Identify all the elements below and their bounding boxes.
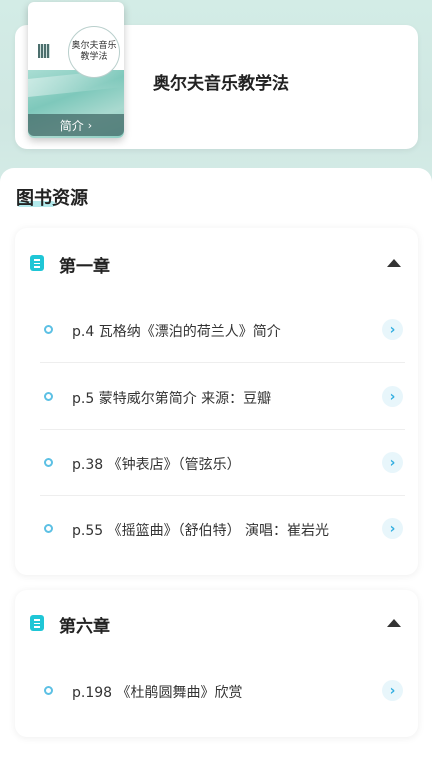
chevron-right-icon[interactable]: ›	[382, 452, 403, 473]
bullet-icon	[44, 686, 53, 695]
chapter-card: 第一章 p.4 瓦格纳《漂泊的荷兰人》简介 › p.5 蒙特威尔第简介 来源：豆…	[15, 228, 418, 575]
chevron-right-icon[interactable]: ›	[382, 319, 403, 340]
list-icon	[30, 615, 44, 631]
chevron-right-icon[interactable]: ›	[382, 518, 403, 539]
cover-title-line1: 奥尔夫音乐	[71, 41, 117, 51]
section-title: 图书资源	[16, 188, 88, 209]
qr-code-icon	[38, 44, 50, 58]
chapter-header[interactable]: 第一章	[15, 228, 418, 298]
list-item[interactable]: p.4 瓦格纳《漂泊的荷兰人》简介 ›	[15, 297, 418, 363]
item-label: p.55 《摇篮曲》（舒伯特） 演唱：崔岩光	[72, 523, 330, 539]
list-item[interactable]: p.198 《杜鹃圆舞曲》欣赏 ›	[15, 658, 418, 724]
book-title: 奥尔夫音乐教学法	[153, 74, 289, 94]
chevron-right-icon[interactable]: ›	[382, 386, 403, 407]
bullet-icon	[44, 325, 53, 334]
chapter-card: 第六章 p.198 《杜鹃圆舞曲》欣赏 ›	[15, 590, 418, 737]
item-label: p.198 《杜鹃圆舞曲》欣赏	[72, 685, 243, 701]
bullet-icon	[44, 392, 53, 401]
bullet-icon	[44, 458, 53, 467]
item-label: p.5 蒙特威尔第简介 来源：豆瓣	[72, 391, 272, 407]
intro-button[interactable]: 简介 ›	[28, 114, 124, 136]
chevron-right-icon: ›	[87, 118, 93, 132]
chapter-title: 第一章	[59, 257, 110, 277]
list-item[interactable]: p.38 《钟表店》（管弦乐） ›	[15, 430, 418, 496]
item-label: p.38 《钟表店》（管弦乐）	[72, 457, 241, 473]
chevron-up-icon[interactable]	[387, 619, 401, 627]
list-icon	[30, 255, 44, 271]
list-item[interactable]: p.5 蒙特威尔第简介 来源：豆瓣 ›	[15, 364, 418, 430]
cover-title-badge: 奥尔夫音乐 教学法	[68, 26, 120, 78]
intro-button-label: 简介	[59, 118, 84, 133]
divider	[40, 362, 405, 363]
bullet-icon	[44, 524, 53, 533]
chevron-right-icon[interactable]: ›	[382, 680, 403, 701]
chapter-title: 第六章	[59, 617, 110, 637]
item-label: p.4 瓦格纳《漂泊的荷兰人》简介	[72, 324, 281, 340]
list-item[interactable]: p.55 《摇篮曲》（舒伯特） 演唱：崔岩光 ›	[15, 496, 418, 562]
cover-title-line2: 教学法	[80, 52, 108, 62]
chevron-up-icon[interactable]	[387, 259, 401, 267]
chapter-header[interactable]: 第六章	[15, 590, 418, 660]
